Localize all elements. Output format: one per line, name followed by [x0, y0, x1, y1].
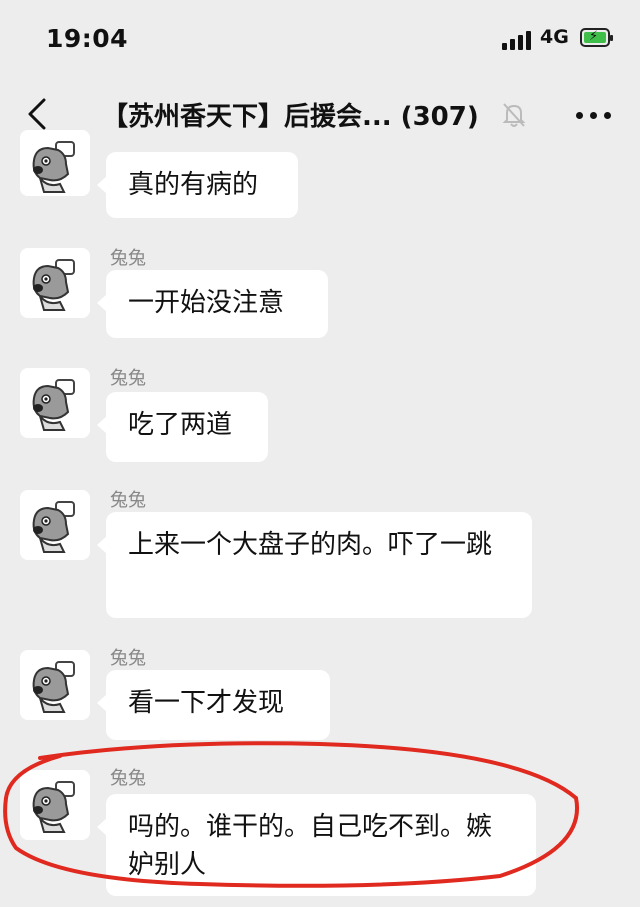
message-text: 真的有病的	[128, 170, 259, 200]
schnauzer-avatar-icon	[20, 490, 90, 560]
sender-name: 兔兔	[110, 648, 146, 669]
mute-bell-icon	[500, 100, 528, 130]
schnauzer-avatar-icon	[20, 770, 90, 840]
avatar[interactable]	[20, 248, 90, 318]
message-text: 看一下才发现	[128, 688, 285, 718]
status-bar: 19:04 4G ⚡	[0, 0, 640, 80]
sender-name: 兔兔	[110, 248, 146, 269]
network-type: 4G	[540, 26, 569, 48]
message-text: 一开始没注意	[128, 288, 285, 318]
avatar[interactable]	[20, 368, 90, 438]
chat-title: 【苏州香天下】后援会... (307)	[102, 102, 479, 132]
avatar[interactable]	[20, 130, 90, 196]
signal-icon	[502, 30, 534, 50]
message-text: 吗的。谁干的。自己吃不到。嫉妒别人	[128, 812, 493, 880]
message-bubble[interactable]: 上来一个大盘子的肉。吓了一跳	[97, 512, 532, 618]
message-text: 上来一个大盘子的肉。吓了一跳	[128, 530, 493, 560]
nav-bar: 【苏州香天下】后援会... (307)	[0, 80, 640, 150]
avatar[interactable]	[20, 770, 90, 840]
message-bubble[interactable]: 一开始没注意	[97, 270, 328, 338]
message-bubble[interactable]: 看一下才发现	[97, 670, 330, 740]
more-options-button[interactable]	[570, 98, 616, 132]
schnauzer-avatar-icon	[20, 248, 90, 318]
schnauzer-avatar-icon	[20, 368, 90, 438]
message-bubble[interactable]: 真的有病的	[97, 152, 298, 218]
message-bubble[interactable]: 吗的。谁干的。自己吃不到。嫉妒别人	[97, 794, 536, 896]
schnauzer-avatar-icon	[20, 650, 90, 720]
message-bubble[interactable]: 吃了两道	[97, 392, 268, 462]
message-text: 吃了两道	[128, 410, 233, 440]
sender-name: 兔兔	[110, 768, 146, 789]
avatar[interactable]	[20, 650, 90, 720]
avatar[interactable]	[20, 490, 90, 560]
battery-icon: ⚡	[580, 28, 613, 47]
sender-name: 兔兔	[110, 368, 146, 389]
status-time: 19:04	[46, 24, 129, 53]
schnauzer-avatar-icon	[20, 130, 90, 196]
sender-name: 兔兔	[110, 490, 146, 511]
more-dots-icon	[576, 112, 583, 119]
